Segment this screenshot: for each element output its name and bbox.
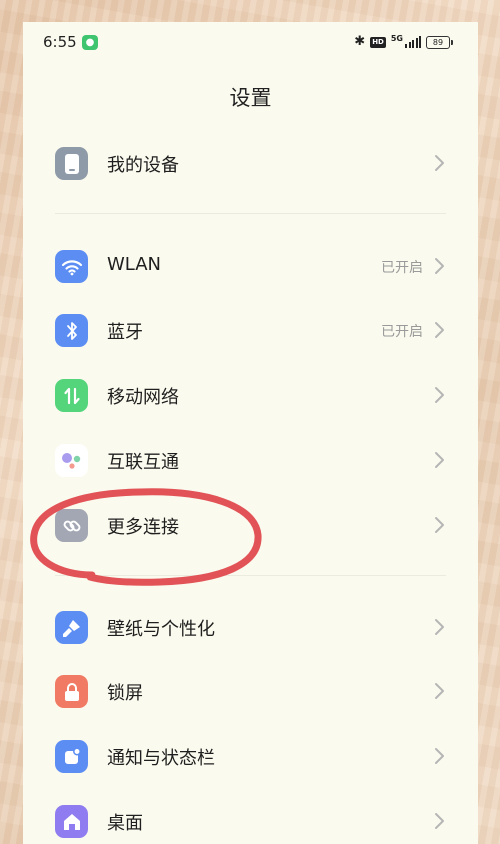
interconnect-dots-icon — [55, 444, 88, 477]
page-title: 设置 — [229, 86, 272, 110]
settings-item-desktop[interactable]: 桌面 — [23, 793, 478, 844]
lock-icon — [55, 675, 88, 708]
bluetooth-icon — [55, 314, 88, 347]
settings-item-bluetooth[interactable]: 蓝牙 已开启 — [23, 302, 478, 358]
notification-icon — [55, 740, 88, 773]
brush-icon — [55, 611, 88, 644]
chevron-right-icon — [435, 748, 444, 764]
chevron-right-icon — [435, 452, 444, 468]
mobile-data-icon — [55, 379, 88, 412]
settings-item-label: 我的设备 — [107, 155, 179, 176]
signal-strength-icon — [405, 36, 421, 48]
hd-voice-badge: HD — [370, 36, 386, 48]
settings-item-wallpaper[interactable]: 壁纸与个性化 — [23, 599, 478, 655]
chevron-right-icon — [435, 619, 444, 635]
status-time: 6:55 — [43, 33, 77, 51]
settings-item-label: 锁屏 — [107, 683, 143, 704]
home-icon — [55, 805, 88, 838]
settings-item-more-connections[interactable]: 更多连接 — [23, 497, 478, 553]
chevron-right-icon — [435, 322, 444, 338]
link-icon — [55, 509, 88, 542]
phone-device-icon — [55, 147, 88, 180]
settings-item-mobile-network[interactable]: 移动网络 — [23, 367, 478, 423]
settings-item-label: 更多连接 — [107, 517, 179, 538]
settings-item-wlan[interactable]: WLAN 已开启 — [23, 238, 478, 294]
status-bar: 6:55 ● ✱ HD 5G 89 — [23, 22, 478, 64]
chevron-right-icon — [435, 683, 444, 699]
network-type-label: 5G — [390, 33, 403, 43]
settings-item-label: 移动网络 — [107, 387, 179, 408]
wechat-notification-icon: ● — [82, 35, 98, 50]
settings-item-lock-screen[interactable]: 锁屏 — [23, 663, 478, 719]
status-indicators: ✱ HD 5G 89 — [354, 33, 453, 50]
battery-indicator: 89 — [426, 35, 453, 49]
settings-item-interconnect[interactable]: 互联互通 — [23, 432, 478, 488]
chevron-right-icon — [435, 813, 444, 829]
settings-item-label: 互联互通 — [107, 452, 179, 473]
section-divider — [55, 575, 446, 576]
settings-item-label: 通知与状态栏 — [107, 748, 215, 769]
section-divider — [55, 213, 446, 214]
phone-screen: 6:55 ● ✱ HD 5G 89 设置 我的设备 WLAN 已开启 蓝牙 已开… — [23, 22, 478, 844]
wlan-status-text: 已开启 — [381, 260, 423, 276]
settings-item-label: 壁纸与个性化 — [107, 619, 215, 640]
chevron-right-icon — [435, 155, 444, 171]
bluetooth-status-icon: ✱ — [354, 34, 366, 49]
chevron-right-icon — [435, 258, 444, 274]
settings-item-notifications[interactable]: 通知与状态栏 — [23, 728, 478, 784]
settings-item-my-device[interactable]: 我的设备 — [23, 135, 478, 191]
chevron-right-icon — [435, 387, 444, 403]
chevron-right-icon — [435, 517, 444, 533]
settings-item-label: 桌面 — [107, 813, 143, 834]
wifi-icon — [55, 250, 88, 283]
bluetooth-status-text: 已开启 — [381, 324, 423, 340]
settings-item-label: 蓝牙 — [107, 322, 143, 343]
settings-item-label: WLAN — [107, 254, 162, 275]
